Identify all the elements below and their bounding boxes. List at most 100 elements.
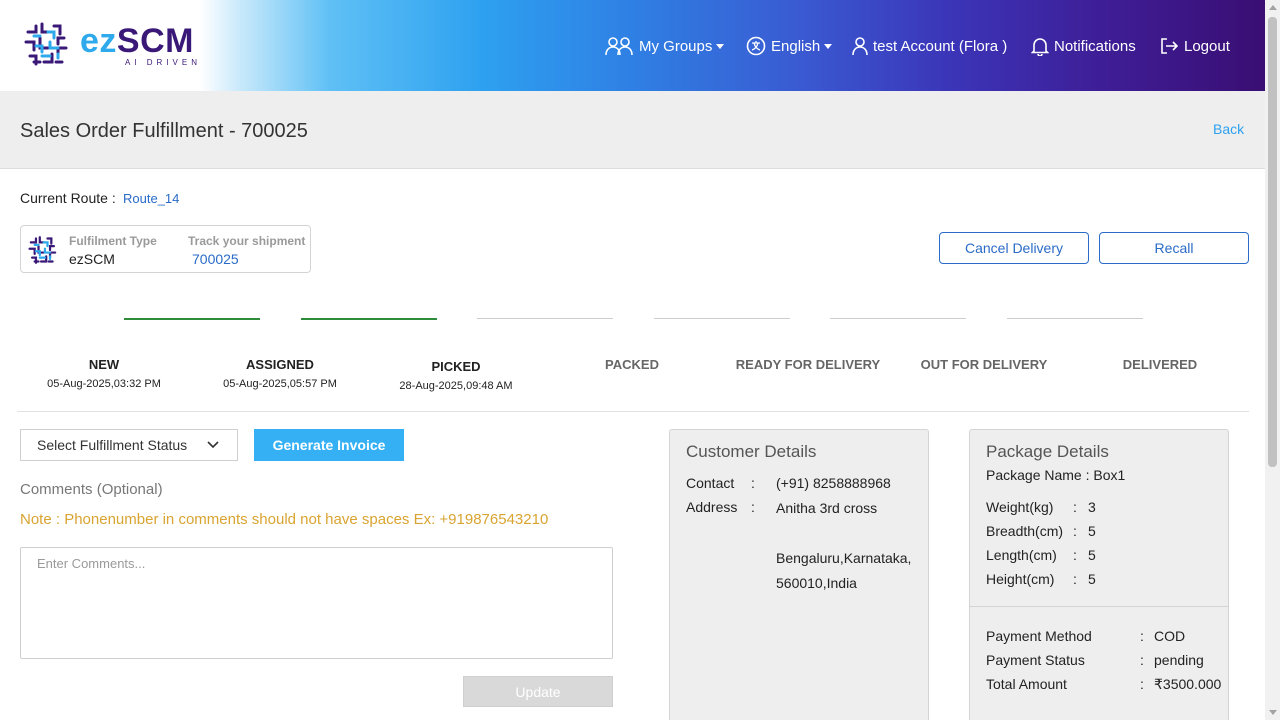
address-line1: Anitha 3rd cross [776, 500, 878, 516]
progress-step-date: 05-Aug-2025,05:57 PM [223, 378, 337, 390]
address-line2: Bengaluru,Karnataka, [776, 550, 912, 566]
comments-textarea[interactable] [20, 547, 613, 659]
current-route-link[interactable]: Route_14 [123, 191, 179, 206]
logout-icon [1161, 38, 1179, 54]
fulfillment-status-select[interactable]: Select Fulfillment Status [20, 429, 238, 461]
fulfillment-status-select-value: Select Fulfillment Status [37, 437, 188, 453]
progress-step-name: DELIVERED [1122, 357, 1198, 372]
nav-my-groups-label: My Groups [639, 37, 713, 55]
track-shipment-label: Track your shipment [188, 234, 306, 248]
recall-button[interactable]: Recall [1099, 232, 1249, 264]
package-field-value: 5 [1088, 523, 1096, 539]
payment-field-label: Payment Status [986, 652, 1085, 668]
fulfillment-type-value: ezSCM [69, 251, 115, 267]
nav-language[interactable]: English [746, 35, 833, 57]
bell-icon [1031, 38, 1049, 56]
top-navbar: ezSCM AI DRIVEN My Groups English test A… [0, 0, 1265, 91]
translate-icon [746, 36, 766, 56]
progress-step: READY FOR DELIVERY [720, 357, 896, 372]
package-divider [970, 606, 1228, 607]
progress-step-name: PACKED [605, 357, 659, 372]
contact-label: Contact [686, 475, 735, 491]
progress-connector [1006, 318, 1143, 319]
nav-logout-label: Logout [1184, 37, 1230, 55]
payment-field-value: pending [1154, 652, 1204, 668]
payment-field-value: COD [1154, 628, 1186, 644]
contact-sep: : [751, 475, 755, 491]
nav-notifications[interactable]: Notifications [1031, 35, 1136, 57]
progress-step-date: 28-Aug-2025,09:48 AM [399, 380, 513, 392]
scroll-thumb[interactable] [1268, 17, 1277, 467]
payment-field-sep: : [1140, 628, 1144, 644]
fulfillment-type-label: Fulfilment Type [69, 234, 157, 248]
progress-step: NEW 05-Aug-2025,03:32 PM [16, 357, 192, 390]
progress-connector [124, 318, 260, 320]
progress-step-name: OUT FOR DELIVERY [920, 357, 1048, 372]
progress-step-name: ASSIGNED [246, 357, 314, 372]
logo-wordmark: ezSCM [80, 22, 194, 60]
payment-field-sep: : [1140, 676, 1144, 692]
progress-step-name: NEW [88, 357, 120, 372]
progress-step: PICKED 28-Aug-2025,09:48 AM [368, 359, 544, 392]
fulfillment-card: Fulfilment Type ezSCM Track your shipmen… [20, 225, 311, 273]
payment-field-label: Payment Method [986, 628, 1092, 644]
payment-field-sep: : [1140, 652, 1144, 668]
nav-my-groups[interactable]: My Groups [604, 35, 725, 57]
package-name: Package Name : Box1 [986, 467, 1126, 483]
progress-connector [477, 318, 613, 319]
nav-account[interactable]: test Account (Flora ) [852, 35, 1007, 57]
contact-value: (+91) 8258888968 [776, 475, 891, 491]
progress-step-date: 05-Aug-2025,03:32 PM [47, 378, 161, 390]
progress-step: DELIVERED [1072, 357, 1248, 372]
comments-label: Comments (Optional) [20, 481, 163, 498]
track-shipment-link[interactable]: 700025 [192, 251, 239, 267]
ezscm-logo[interactable]: ezSCM AI DRIVEN [22, 18, 202, 72]
progress-step: PACKED [544, 357, 720, 372]
fulfillment-logo-icon [28, 236, 57, 264]
page-scrollbar[interactable] [1265, 0, 1280, 720]
payment-field-label: Total Amount [986, 676, 1067, 692]
package-field-sep: : [1073, 499, 1077, 515]
back-link[interactable]: Back [1213, 121, 1244, 137]
package-field-sep: : [1073, 547, 1077, 563]
update-button[interactable]: Update [463, 676, 613, 707]
address-line3: 560010,India [776, 575, 857, 591]
payment-field-value: ₹3500.000 [1154, 676, 1222, 692]
groups-icon [605, 37, 633, 56]
package-field-sep: : [1073, 523, 1077, 539]
progress-connector [300, 318, 437, 320]
cancel-delivery-button[interactable]: Cancel Delivery [939, 232, 1089, 264]
section-divider [17, 411, 1249, 412]
scroll-down-arrow-icon[interactable] [1269, 710, 1277, 715]
package-field-label: Weight(kg) [986, 499, 1054, 515]
generate-invoice-button[interactable]: Generate Invoice [254, 429, 404, 461]
customer-details-panel: Customer Details Contact : (+91) 8258888… [669, 429, 929, 720]
nav-account-label: test Account (Flora ) [873, 37, 1008, 55]
logo-tagline: AI DRIVEN [125, 58, 202, 67]
progress-step: ASSIGNED 05-Aug-2025,05:57 PM [192, 357, 368, 390]
chevron-down-icon [716, 43, 725, 49]
chevron-down-icon [207, 441, 219, 449]
progress-step-name: PICKED [431, 359, 481, 374]
current-route-label: Current Route : [20, 190, 116, 206]
package-field-value: 5 [1088, 571, 1096, 587]
nav-language-label: English [771, 37, 821, 55]
customer-details-title: Customer Details [686, 442, 817, 461]
package-field-sep: : [1073, 571, 1077, 587]
progress-connector [653, 318, 790, 319]
progress-step: OUT FOR DELIVERY [896, 357, 1072, 372]
package-field-label: Length(cm) [986, 547, 1057, 563]
phone-note: Note : Phonenumber in comments should no… [20, 511, 549, 528]
progress-step-name: READY FOR DELIVERY [735, 357, 881, 372]
chevron-down-icon [824, 43, 833, 49]
nav-logout[interactable]: Logout [1159, 35, 1230, 57]
page-header: Sales Order Fulfillment - 700025 Back [0, 91, 1265, 169]
nav-notifications-label: Notifications [1054, 37, 1136, 55]
page-title: Sales Order Fulfillment - 700025 [20, 120, 308, 142]
package-field-label: Breadth(cm) [986, 523, 1064, 539]
scroll-up-arrow-icon[interactable] [1269, 5, 1277, 10]
progress-connector [830, 318, 966, 319]
package-details-panel: Package Details Package Name : Box1 Weig… [969, 429, 1229, 720]
package-field-label: Height(cm) [986, 571, 1055, 587]
package-field-value: 5 [1088, 547, 1096, 563]
